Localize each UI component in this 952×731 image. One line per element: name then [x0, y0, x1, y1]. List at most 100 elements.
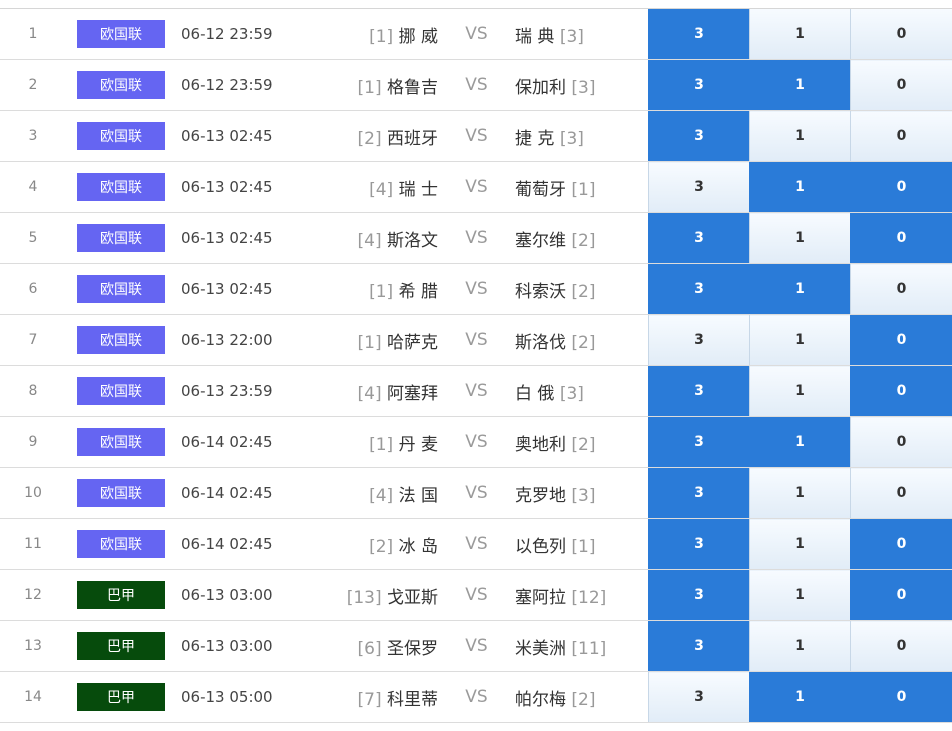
odds-win-option[interactable]: 3 [648, 59, 750, 111]
vs-label: VS [438, 569, 515, 621]
odds-loss-option[interactable]: 0 [850, 620, 952, 672]
odds-win-option[interactable]: 3 [648, 9, 750, 60]
odds-draw-option[interactable]: 1 [749, 569, 851, 621]
odds-win-option[interactable]: 3 [648, 620, 750, 672]
league-cell: 欧国联 [66, 467, 181, 519]
league-badge[interactable]: 巴甲 [77, 632, 165, 660]
league-badge[interactable]: 欧国联 [77, 428, 165, 456]
odds-loss-option[interactable]: 0 [850, 569, 952, 621]
league-badge[interactable]: 欧国联 [77, 377, 165, 405]
league-cell: 巴甲 [66, 671, 181, 723]
away-team-name: 奥地利 [515, 434, 566, 455]
odds-loss-option[interactable]: 0 [850, 110, 952, 162]
match-row: 9 欧国联 06-14 02:45 [1] 丹 麦 VS 奥地利 [2] 3 1 0 [0, 416, 952, 468]
odds-win-option[interactable]: 3 [648, 365, 750, 417]
odds-draw-option[interactable]: 1 [749, 518, 851, 570]
odds-loss-option[interactable]: 0 [850, 59, 952, 111]
odds-loss-option[interactable]: 0 [850, 314, 952, 366]
league-badge[interactable]: 欧国联 [77, 173, 165, 201]
match-row: 10 欧国联 06-14 02:45 [4] 法 国 VS 克罗地 [3] 3 1 0 [0, 467, 952, 519]
home-team-cell: [1] 哈萨克 [329, 314, 438, 366]
odds-draw-option[interactable]: 1 [749, 59, 851, 111]
odds-draw-option[interactable]: 1 [749, 365, 851, 417]
odds-draw-option[interactable]: 1 [749, 110, 851, 162]
home-team-name: 斯洛文 [387, 230, 438, 251]
odds-loss-option[interactable]: 0 [850, 161, 952, 213]
home-team-rank: [2] [357, 128, 382, 149]
odds-draw-option[interactable]: 1 [749, 263, 851, 315]
away-team-cell: 米美洲 [11] [515, 620, 649, 672]
home-team-rank: [4] [357, 230, 382, 251]
odds-draw-option[interactable]: 1 [749, 314, 851, 366]
odds-draw-option[interactable]: 1 [749, 212, 851, 264]
match-number: 10 [0, 467, 66, 519]
odds-loss-option[interactable]: 0 [850, 671, 952, 723]
away-team-cell: 葡萄牙 [1] [515, 161, 649, 213]
home-team-name: 哈萨克 [387, 332, 438, 353]
match-row: 13 巴甲 06-13 03:00 [6] 圣保罗 VS 米美洲 [11] 3 1 0 [0, 620, 952, 672]
league-badge[interactable]: 欧国联 [77, 326, 165, 354]
odds-loss-option[interactable]: 0 [850, 9, 952, 60]
league-cell: 欧国联 [66, 314, 181, 366]
odds-draw-option[interactable]: 1 [749, 416, 851, 468]
vs-label: VS [438, 212, 515, 264]
odds-win-option[interactable]: 3 [648, 110, 750, 162]
match-number: 3 [0, 110, 66, 162]
odds-win-option[interactable]: 3 [648, 569, 750, 621]
odds-draw-option[interactable]: 1 [749, 161, 851, 213]
odds-loss-option[interactable]: 0 [850, 467, 952, 519]
match-row: 4 欧国联 06-13 02:45 [4] 瑞 士 VS 葡萄牙 [1] 3 1 0 [0, 161, 952, 213]
odds-loss-option[interactable]: 0 [850, 518, 952, 570]
league-badge[interactable]: 欧国联 [77, 530, 165, 558]
home-team-cell: [1] 挪 威 [329, 9, 438, 60]
away-team-cell: 帕尔梅 [2] [515, 671, 649, 723]
league-badge[interactable]: 欧国联 [77, 122, 165, 150]
odds-loss-option[interactable]: 0 [850, 416, 952, 468]
home-team-rank: [1] [369, 26, 394, 47]
home-team-cell: [1] 丹 麦 [329, 416, 438, 468]
odds-draw-option[interactable]: 1 [749, 671, 851, 723]
league-cell: 巴甲 [66, 620, 181, 672]
odds-loss-option[interactable]: 0 [850, 365, 952, 417]
match-time: 06-13 02:45 [181, 161, 329, 213]
away-team-name: 捷 克 [515, 128, 555, 149]
vs-label: VS [438, 365, 515, 417]
league-badge[interactable]: 欧国联 [77, 20, 165, 48]
away-team-cell: 瑞 典 [3] [515, 9, 649, 60]
odds-draw-option[interactable]: 1 [749, 620, 851, 672]
league-badge[interactable]: 欧国联 [77, 71, 165, 99]
odds-win-option[interactable]: 3 [648, 671, 750, 723]
away-team-rank: [2] [571, 332, 596, 353]
away-team-name: 塞阿拉 [515, 587, 566, 608]
league-badge[interactable]: 欧国联 [77, 224, 165, 252]
home-team-cell: [1] 希 腊 [329, 263, 438, 315]
league-badge[interactable]: 巴甲 [77, 683, 165, 711]
odds-win-option[interactable]: 3 [648, 263, 750, 315]
match-number: 8 [0, 365, 66, 417]
match-number: 11 [0, 518, 66, 570]
league-cell: 欧国联 [66, 161, 181, 213]
vs-label: VS [438, 518, 515, 570]
odds-win-option[interactable]: 3 [648, 467, 750, 519]
odds-loss-option[interactable]: 0 [850, 263, 952, 315]
home-team-cell: [6] 圣保罗 [329, 620, 438, 672]
league-badge[interactable]: 巴甲 [77, 581, 165, 609]
odds-win-option[interactable]: 3 [648, 518, 750, 570]
odds-win-option[interactable]: 3 [648, 161, 750, 213]
away-team-rank: [3] [571, 77, 596, 98]
home-team-rank: [1] [357, 332, 382, 353]
odds-win-option[interactable]: 3 [648, 416, 750, 468]
home-team-rank: [4] [357, 383, 382, 404]
home-team-name: 瑞 士 [398, 179, 438, 200]
match-time: 06-13 22:00 [181, 314, 329, 366]
odds-win-option[interactable]: 3 [648, 314, 750, 366]
odds-draw-option[interactable]: 1 [749, 467, 851, 519]
odds-draw-option[interactable]: 1 [749, 9, 851, 60]
match-row: 12 巴甲 06-13 03:00 [13] 戈亚斯 VS 塞阿拉 [12] 3 1 0 [0, 569, 952, 621]
odds-win-option[interactable]: 3 [648, 212, 750, 264]
match-row: 5 欧国联 06-13 02:45 [4] 斯洛文 VS 塞尔维 [2] 3 1 0 [0, 212, 952, 264]
league-badge[interactable]: 欧国联 [77, 479, 165, 507]
league-badge[interactable]: 欧国联 [77, 275, 165, 303]
odds-loss-option[interactable]: 0 [850, 212, 952, 264]
away-team-rank: [2] [571, 434, 596, 455]
